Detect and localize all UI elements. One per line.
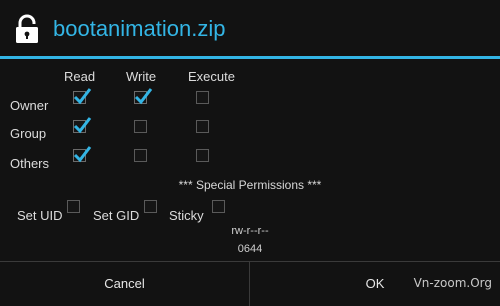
column-header-execute: Execute [188, 69, 235, 84]
group-execute-checkbox[interactable] [196, 120, 209, 133]
title-divider [0, 56, 500, 59]
owner-read-checkbox[interactable] [73, 88, 92, 105]
set-uid-label: Set UID [17, 208, 63, 223]
sticky-label: Sticky [169, 208, 204, 223]
owner-write-checkbox[interactable] [134, 88, 153, 105]
row-label-others: Others [10, 156, 50, 171]
special-permissions-heading: *** Special Permissions *** [178, 178, 322, 192]
others-read-checkbox[interactable] [73, 146, 92, 163]
permissions-dialog: bootanimation.zip Read Write Execute Own… [0, 0, 500, 306]
lock-icon [16, 14, 38, 43]
set-uid-checkbox[interactable] [67, 200, 80, 213]
set-gid-label: Set GID [93, 208, 140, 223]
checkmark-icon [73, 146, 92, 163]
owner-execute-checkbox[interactable] [196, 91, 209, 104]
dialog-titlebar: bootanimation.zip [0, 0, 500, 56]
row-label-group: Group [10, 126, 47, 141]
checkmark-icon [73, 117, 92, 134]
sticky-checkbox[interactable] [212, 200, 225, 213]
watermark: Vn-zoom.Org [413, 276, 492, 290]
cancel-button[interactable]: Cancel [0, 262, 249, 306]
others-execute-checkbox[interactable] [196, 149, 209, 162]
checkmark-icon [73, 88, 92, 105]
dialog-title: bootanimation.zip [53, 16, 226, 41]
set-gid-checkbox[interactable] [144, 200, 157, 213]
column-header-read: Read [64, 69, 96, 84]
row-label-owner: Owner [10, 98, 49, 113]
checkmark-icon [134, 88, 153, 105]
permission-string: rw-r--r-- [231, 225, 269, 237]
column-header-write: Write [126, 69, 157, 84]
octal-permission: 0644 [237, 243, 263, 255]
group-write-checkbox[interactable] [134, 120, 147, 133]
group-read-checkbox[interactable] [73, 117, 92, 134]
others-write-checkbox[interactable] [134, 149, 147, 162]
